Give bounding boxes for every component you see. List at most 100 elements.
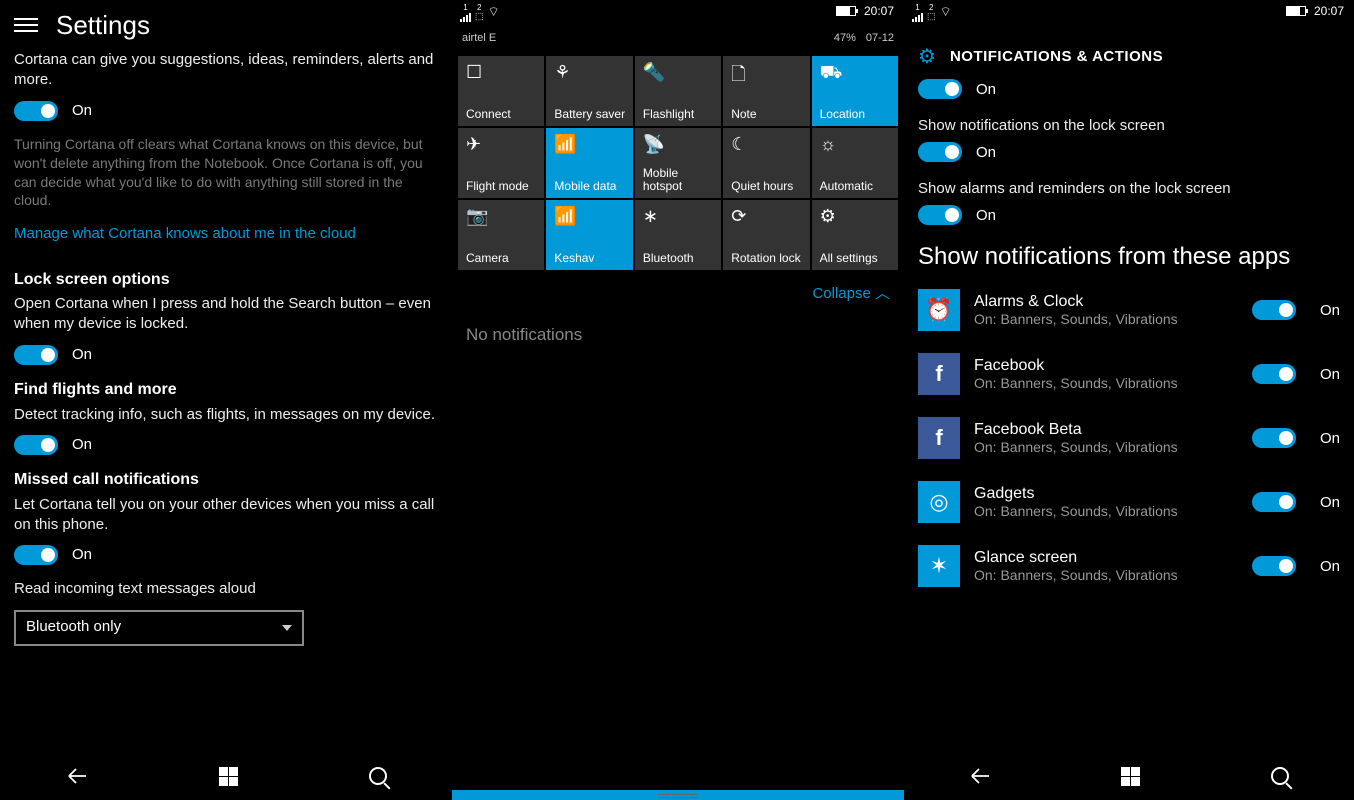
lock-screen-desc: Open Cortana when I press and hold the S…	[14, 294, 438, 335]
quick-tile-mobile-hotspot[interactable]: 📡Mobile hotspot	[635, 128, 721, 198]
battery-percent: 47%	[834, 32, 856, 44]
cortana-toggle-label: On	[72, 101, 92, 121]
tile-label: Rotation lock	[731, 252, 805, 265]
missed-call-toggle[interactable]	[14, 545, 58, 565]
tile-label: Mobile data	[554, 180, 628, 193]
glance-icon: ✶	[918, 545, 960, 587]
cortana-off-note: Turning Cortana off clears what Cortana …	[14, 135, 438, 211]
note-icon: 🗋	[731, 62, 745, 92]
app-row-glance-screen[interactable]: ✶ Glance screenOn: Banners, Sounds, Vibra…	[918, 545, 1340, 587]
app-name: Glance screen	[974, 549, 1252, 567]
app-sub: On: Banners, Sounds, Vibrations	[974, 311, 1252, 327]
drag-handle-icon[interactable]	[658, 794, 698, 798]
back-icon[interactable]	[66, 767, 88, 785]
app-toggle[interactable]	[1252, 556, 1296, 576]
cortana-toggle[interactable]	[14, 101, 58, 121]
flights-state: On	[72, 435, 92, 455]
location-icon: ⛟	[820, 62, 843, 86]
app-sub: On: Banners, Sounds, Vibrations	[974, 439, 1252, 455]
chevron-up-icon: ︿	[875, 285, 890, 302]
alarms-lockscreen-label: Show alarms and reminders on the lock sc…	[918, 180, 1340, 197]
status-time: 20:07	[1314, 4, 1344, 18]
collapse-button[interactable]: Collapse ︿	[452, 272, 904, 303]
tile-label: Bluetooth	[643, 252, 717, 265]
quick-tile-mobile-data[interactable]: 📶Mobile data	[546, 128, 632, 198]
search-icon[interactable]	[369, 767, 387, 785]
rotation-lock-icon: ⟳	[731, 206, 746, 227]
quick-tile-location[interactable]: ⛟Location	[812, 56, 898, 126]
quick-tile-connect[interactable]: ☐Connect	[458, 56, 544, 126]
app-toggle-state: On	[1320, 430, 1340, 447]
quick-tile-battery-saver[interactable]: ⚘ Battery saver	[546, 56, 632, 126]
flights-toggle[interactable]	[14, 435, 58, 455]
connect-icon: ☐	[466, 62, 482, 83]
alarms-lockscreen-state: On	[976, 207, 996, 224]
app-row-alarms-clock[interactable]: ⏰Alarms & ClockOn: Banners, Sounds, Vibr…	[918, 289, 1340, 331]
back-icon[interactable]	[969, 767, 991, 785]
read-aloud-select[interactable]: Bluetooth only	[14, 610, 304, 646]
app-toggle-state: On	[1320, 302, 1340, 319]
flight-mode-icon: ✈	[466, 134, 481, 155]
app-row-gadgets[interactable]: ◎GadgetsOn: Banners, Sounds, VibrationsO…	[918, 481, 1340, 523]
status-time: 20:07	[864, 4, 894, 18]
search-icon[interactable]	[1271, 767, 1289, 785]
lockscreen-notif-toggle[interactable]	[918, 142, 962, 162]
app-toggle[interactable]	[1252, 300, 1296, 320]
windows-icon[interactable]	[219, 767, 238, 786]
alarms-lockscreen-toggle[interactable]	[918, 205, 962, 225]
manage-cloud-link[interactable]: Manage what Cortana knows about me in th…	[14, 224, 438, 244]
quick-tile-automatic[interactable]: ☼Automatic	[812, 128, 898, 198]
tile-label: All settings	[820, 252, 894, 265]
tile-label: Keshav	[554, 252, 628, 265]
app-sub: On: Banners, Sounds, Vibrations	[974, 567, 1252, 583]
lock-screen-title: Lock screen options	[14, 269, 438, 291]
menu-icon[interactable]	[14, 14, 38, 36]
page-title: Settings	[56, 10, 150, 41]
action-center-panel: 1 2⬚ ⌔ 20:07 airtel E 47% 07-12 ☐Connect…	[452, 0, 904, 800]
lock-screen-state: On	[72, 345, 92, 365]
tile-label: Automatic	[820, 180, 894, 193]
quick-tile-quiet-hours[interactable]: ☾Quiet hours	[723, 128, 809, 198]
page-title: NOTIFICATIONS & ACTIONS	[950, 48, 1163, 65]
facebook-beta-icon: f	[918, 417, 960, 459]
quick-tile-note[interactable]: 🗋 Note	[723, 56, 809, 126]
app-toggle[interactable]	[1252, 428, 1296, 448]
notifications-master-state: On	[976, 81, 996, 98]
windows-icon[interactable]	[1121, 767, 1140, 786]
notifications-master-toggle[interactable]	[918, 79, 962, 99]
app-name: Facebook	[974, 357, 1252, 375]
app-toggle-state: On	[1320, 494, 1340, 511]
quick-tile-all-settings[interactable]: ⚙ All settings	[812, 200, 898, 270]
tile-label: Battery saver	[554, 108, 628, 121]
status-date: 07-12	[866, 32, 894, 44]
notifications-settings-panel: 1 2⬚ ⌔ 20:07 ⚙ NOTIFICATIONS & ACTIONS O…	[904, 0, 1354, 800]
battery-icon	[1286, 6, 1306, 16]
app-sub: On: Banners, Sounds, Vibrations	[974, 375, 1252, 391]
missed-call-state: On	[72, 545, 92, 565]
quick-tile-keshav[interactable]: 📶Keshav	[546, 200, 632, 270]
nav-bar	[0, 752, 452, 800]
app-sub: On: Banners, Sounds, Vibrations	[974, 503, 1252, 519]
battery-icon	[836, 6, 856, 16]
app-name: Facebook Beta	[974, 421, 1252, 439]
tile-label: Note	[731, 108, 805, 121]
gear-icon: ⚙	[918, 44, 936, 69]
carrier-label: airtel E	[452, 32, 496, 44]
app-toggle[interactable]	[1252, 364, 1296, 384]
battery-saver-icon: ⚘	[554, 62, 570, 83]
tile-label: Quiet hours	[731, 180, 805, 193]
app-notifications-list: ⏰Alarms & ClockOn: Banners, Sounds, Vibr…	[918, 289, 1340, 587]
quick-tile-flight-mode[interactable]: ✈Flight mode	[458, 128, 544, 198]
app-row-facebook-beta[interactable]: f Facebook BetaOn: Banners, Sounds, Vibra…	[918, 417, 1340, 459]
cortana-intro: Cortana can give you suggestions, ideas,…	[14, 50, 438, 91]
missed-call-title: Missed call notifications	[14, 469, 438, 491]
app-toggle[interactable]	[1252, 492, 1296, 512]
app-row-facebook[interactable]: fFacebookOn: Banners, Sounds, Vibrations…	[918, 353, 1340, 395]
quick-tile-bluetooth[interactable]: ∗Bluetooth	[635, 200, 721, 270]
status-bar: 1 2⬚ ⌔ 20:07	[904, 0, 1354, 34]
quick-tile-rotation-lock[interactable]: ⟳ Rotation lock	[723, 200, 809, 270]
quick-tile-flashlight[interactable]: 🔦Flashlight	[635, 56, 721, 126]
all-settings-icon: ⚙	[820, 206, 836, 227]
lock-screen-toggle[interactable]	[14, 345, 58, 365]
quick-tile-camera[interactable]: 📷Camera	[458, 200, 544, 270]
